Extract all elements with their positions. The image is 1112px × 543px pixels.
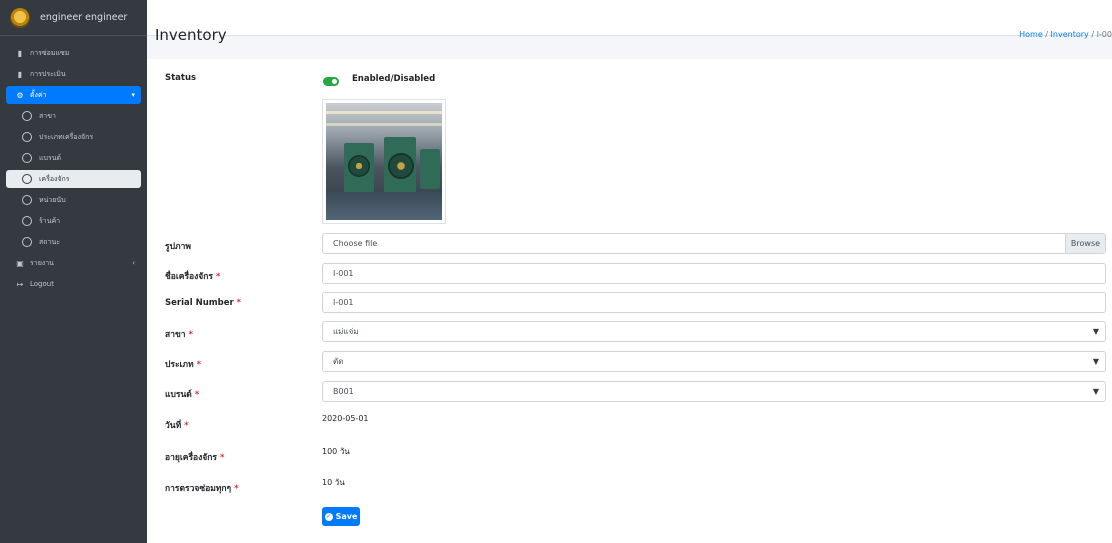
sidebar-item-label: Logout — [30, 280, 54, 288]
sidebar-item-logout[interactable]: ↦ Logout — [6, 275, 141, 293]
branch-select-value: แม่แจ่ม — [333, 327, 359, 336]
save-button[interactable]: ✓ Save — [322, 507, 360, 526]
sidebar-item-label: หน่วยนับ — [39, 195, 66, 204]
maintenance-value: 10 วัน — [322, 478, 345, 487]
breadcrumb-inventory[interactable]: Inventory — [1051, 30, 1089, 39]
sidebar-item-machine-type[interactable]: ประเภทเครื่องจักร — [6, 128, 141, 146]
sidebar-item-status[interactable]: สถานะ — [6, 233, 141, 251]
machine-name-label: ชื่อเครื่องจักร * — [165, 272, 221, 282]
circle-icon — [22, 195, 32, 205]
save-button-label: Save — [335, 512, 358, 521]
status-label: Status — [165, 73, 197, 83]
image-label: รูปภาพ — [165, 242, 191, 252]
chevron-down-icon: ▼ — [1092, 357, 1099, 366]
sidebar-item-branch[interactable]: สาขา — [6, 107, 141, 125]
report-icon: ▣ — [16, 258, 24, 268]
sidebar: engineer engineer ▮ การซ่อมแซม ▮ การประเ… — [0, 0, 147, 543]
type-select[interactable]: ตัด ▼ — [322, 351, 1106, 372]
sidebar-item-machine[interactable]: เครื่องจักร — [6, 170, 141, 188]
brand-select[interactable]: B001 ▼ — [322, 381, 1106, 402]
clipboard-check-icon: ▮ — [17, 69, 23, 79]
breadcrumb-home[interactable]: Home — [1019, 30, 1043, 39]
avatar — [10, 7, 30, 28]
circle-icon — [22, 111, 32, 121]
brand-select-value: B001 — [333, 387, 354, 396]
sidebar-nav: ▮ การซ่อมแซม ▮ การประเมิน ⚙ ตั้งค่า ▾ สา… — [0, 36, 147, 293]
chevron-down-icon: ▼ — [1092, 327, 1099, 336]
page-title: Inventory — [155, 26, 227, 44]
circle-icon — [22, 132, 32, 142]
serial-label: Serial Number * — [165, 298, 242, 308]
file-input-placeholder: Choose file — [333, 239, 378, 248]
type-label: ประเภท * — [165, 360, 202, 370]
sidebar-item-label: เครื่องจักร — [39, 174, 70, 183]
user-name: engineer engineer — [40, 12, 128, 23]
sidebar-item-unit[interactable]: หน่วยนับ — [6, 191, 141, 209]
brand-label: แบรนด์ * — [165, 390, 200, 400]
circle-icon — [22, 153, 32, 163]
sidebar-item-brand[interactable]: แบรนด์ — [6, 149, 141, 167]
user-panel[interactable]: engineer engineer — [0, 0, 147, 36]
check-circle-icon: ✓ — [324, 512, 333, 521]
gear-icon: ⚙ — [16, 90, 24, 100]
branch-select[interactable]: แม่แจ่ม ▼ — [322, 321, 1106, 342]
logout-icon: ↦ — [16, 279, 24, 289]
file-input[interactable]: Choose file Browse — [322, 233, 1106, 254]
type-select-value: ตัด — [333, 357, 344, 366]
file-icon: ▮ — [17, 48, 23, 58]
maintenance-label: การตรวจซ่อมทุกๆ * — [165, 484, 239, 494]
chevron-left-icon: ‹ — [132, 259, 135, 267]
breadcrumb-current: I-00 — [1096, 30, 1112, 39]
sidebar-item-label: สถานะ — [39, 237, 60, 246]
sidebar-item-shop[interactable]: ร้านค้า — [6, 212, 141, 230]
machine-age-label: อายุเครื่องจักร * — [165, 453, 225, 463]
browse-button[interactable]: Browse — [1065, 234, 1105, 253]
date-value: 2020-05-01 — [322, 414, 369, 423]
machine-photo-image — [326, 103, 442, 220]
sidebar-item-evaluation[interactable]: ▮ การประเมิน — [6, 65, 141, 83]
caret-down-icon: ▾ — [131, 91, 135, 99]
status-toggle-label: Enabled/Disabled — [352, 74, 436, 84]
sidebar-item-label: ตั้งค่า — [30, 90, 47, 99]
sidebar-item-label: ประเภทเครื่องจักร — [39, 132, 94, 141]
breadcrumb: Home / Inventory / I-00 — [1019, 30, 1112, 39]
sidebar-item-label: ร้านค้า — [39, 216, 61, 225]
date-label: วันที่ * — [165, 421, 189, 431]
machine-photo — [322, 99, 446, 224]
inventory-form: Status Enabled/Disabled รูปภาพ Choose fi… — [147, 59, 1112, 543]
sidebar-item-repair[interactable]: ▮ การซ่อมแซม — [6, 44, 141, 62]
circle-icon — [22, 237, 32, 247]
branch-label: สาขา * — [165, 330, 193, 340]
serial-input[interactable]: I-001 — [322, 292, 1106, 313]
sidebar-item-report[interactable]: ▣ รายงาน ‹ — [6, 254, 141, 272]
machine-age-value: 100 วัน — [322, 447, 350, 456]
circle-icon — [22, 174, 32, 184]
content-header: Inventory Home / Inventory / I-00 — [147, 0, 1112, 44]
sidebar-item-settings[interactable]: ⚙ ตั้งค่า ▾ — [6, 86, 141, 104]
status-toggle[interactable] — [323, 77, 339, 86]
machine-name-input[interactable]: I-001 — [322, 263, 1106, 284]
chevron-down-icon: ▼ — [1092, 387, 1099, 396]
sidebar-item-label: แบรนด์ — [39, 153, 62, 162]
sidebar-item-label: การประเมิน — [30, 69, 66, 78]
sidebar-item-label: สาขา — [39, 111, 56, 120]
circle-icon — [22, 216, 32, 226]
sidebar-item-label: การซ่อมแซม — [30, 48, 70, 57]
sidebar-item-label: รายงาน — [30, 258, 54, 267]
